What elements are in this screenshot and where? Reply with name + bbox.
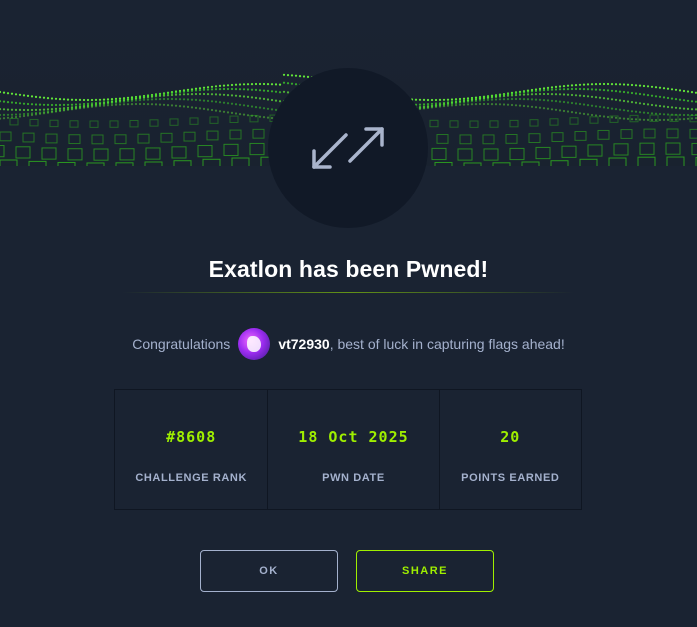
pwned-title: Exatlon has been Pwned! <box>208 256 489 282</box>
stats-panel: #8608 CHALLENGE RANK 18 Oct 2025 PWN DAT… <box>114 389 582 510</box>
title-divider <box>122 292 574 293</box>
share-button[interactable]: SHARE <box>356 550 494 592</box>
stat-value: 20 <box>500 428 521 446</box>
stat-pwn-date: 18 Oct 2025 PWN DATE <box>268 390 440 509</box>
stat-label: CHALLENGE RANK <box>135 472 248 484</box>
username[interactable]: vt72930 <box>278 336 329 352</box>
challenge-badge <box>268 68 428 228</box>
stat-label: POINTS EARNED <box>461 472 560 484</box>
expand-arrows-icon <box>312 127 384 169</box>
stat-value: 18 Oct 2025 <box>298 428 409 446</box>
congrats-prefix: Congratulations <box>132 336 231 352</box>
congrats-message: Congratulations vt72930 , best of luck i… <box>0 328 697 360</box>
stat-points-earned: 20 POINTS EARNED <box>440 390 581 509</box>
stat-challenge-rank: #8608 CHALLENGE RANK <box>115 390 269 509</box>
congrats-suffix: , best of luck in capturing flags ahead! <box>329 336 565 352</box>
stat-value: #8608 <box>166 428 217 446</box>
avatar[interactable] <box>238 328 271 360</box>
stat-label: PWN DATE <box>322 472 385 484</box>
ok-button[interactable]: OK <box>200 550 338 592</box>
pwned-modal: Exatlon has been Pwned! Congratulations … <box>0 0 697 627</box>
